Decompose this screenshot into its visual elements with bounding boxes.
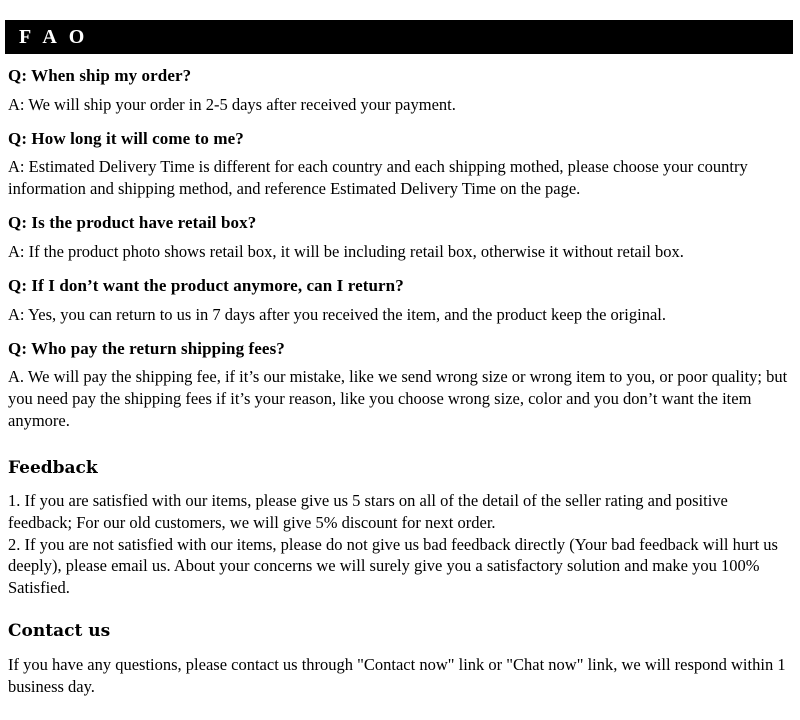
faq-item: Q: When ship my order? A: We will ship y… [8,65,792,116]
faq-question: Q: Who pay the return shipping fees? [8,338,285,358]
faq-question-list: Q: When ship my order? A: We will ship y… [8,65,792,432]
faq-answer: A: Yes, you can return to us in 7 days a… [8,304,666,324]
faq-page: F A O Q: When ship my order? A: We will … [0,20,800,720]
faq-question: Q: When ship my order? [8,66,192,85]
faq-question: Q: How long it will come to me? [8,128,244,148]
faq-item: Q: Is the product have retail box? A: If… [8,212,792,263]
faq-answer: A: If the product photo shows retail box… [8,242,684,262]
feedback-section: Feedback 1. If you are satisfied with ou… [8,458,792,599]
faq-answer: A: Estimated Delivery Time is different … [8,157,748,199]
contact-section: Contact us If you have any questions, pl… [8,621,792,697]
faq-answer: A: We will ship your order in 2-5 days a… [8,94,456,114]
faq-question: Q: Is the product have retail box? [8,213,257,233]
faq-item: Q: How long it will come to me? A: Estim… [8,128,792,201]
faq-answer: A. We will pay the shipping fee, if it’s… [8,367,788,431]
contact-body: If you have any questions, please contac… [8,654,786,696]
faq-item: Q: If I don’t want the product anymore, … [8,275,792,326]
faq-item: Q: Who pay the return shipping fees? A. … [8,338,792,433]
faq-header-title: F A O [19,26,89,48]
feedback-point-1: 1. If you are satisfied with our items, … [8,490,728,532]
faq-header-bar: F A O [5,20,793,54]
contact-heading: Contact us [8,621,111,642]
feedback-heading: Feedback [8,458,98,479]
feedback-point-2: 2. If you are not satisfied with our ite… [8,534,778,598]
faq-question: Q: If I don’t want the product anymore, … [8,276,404,295]
